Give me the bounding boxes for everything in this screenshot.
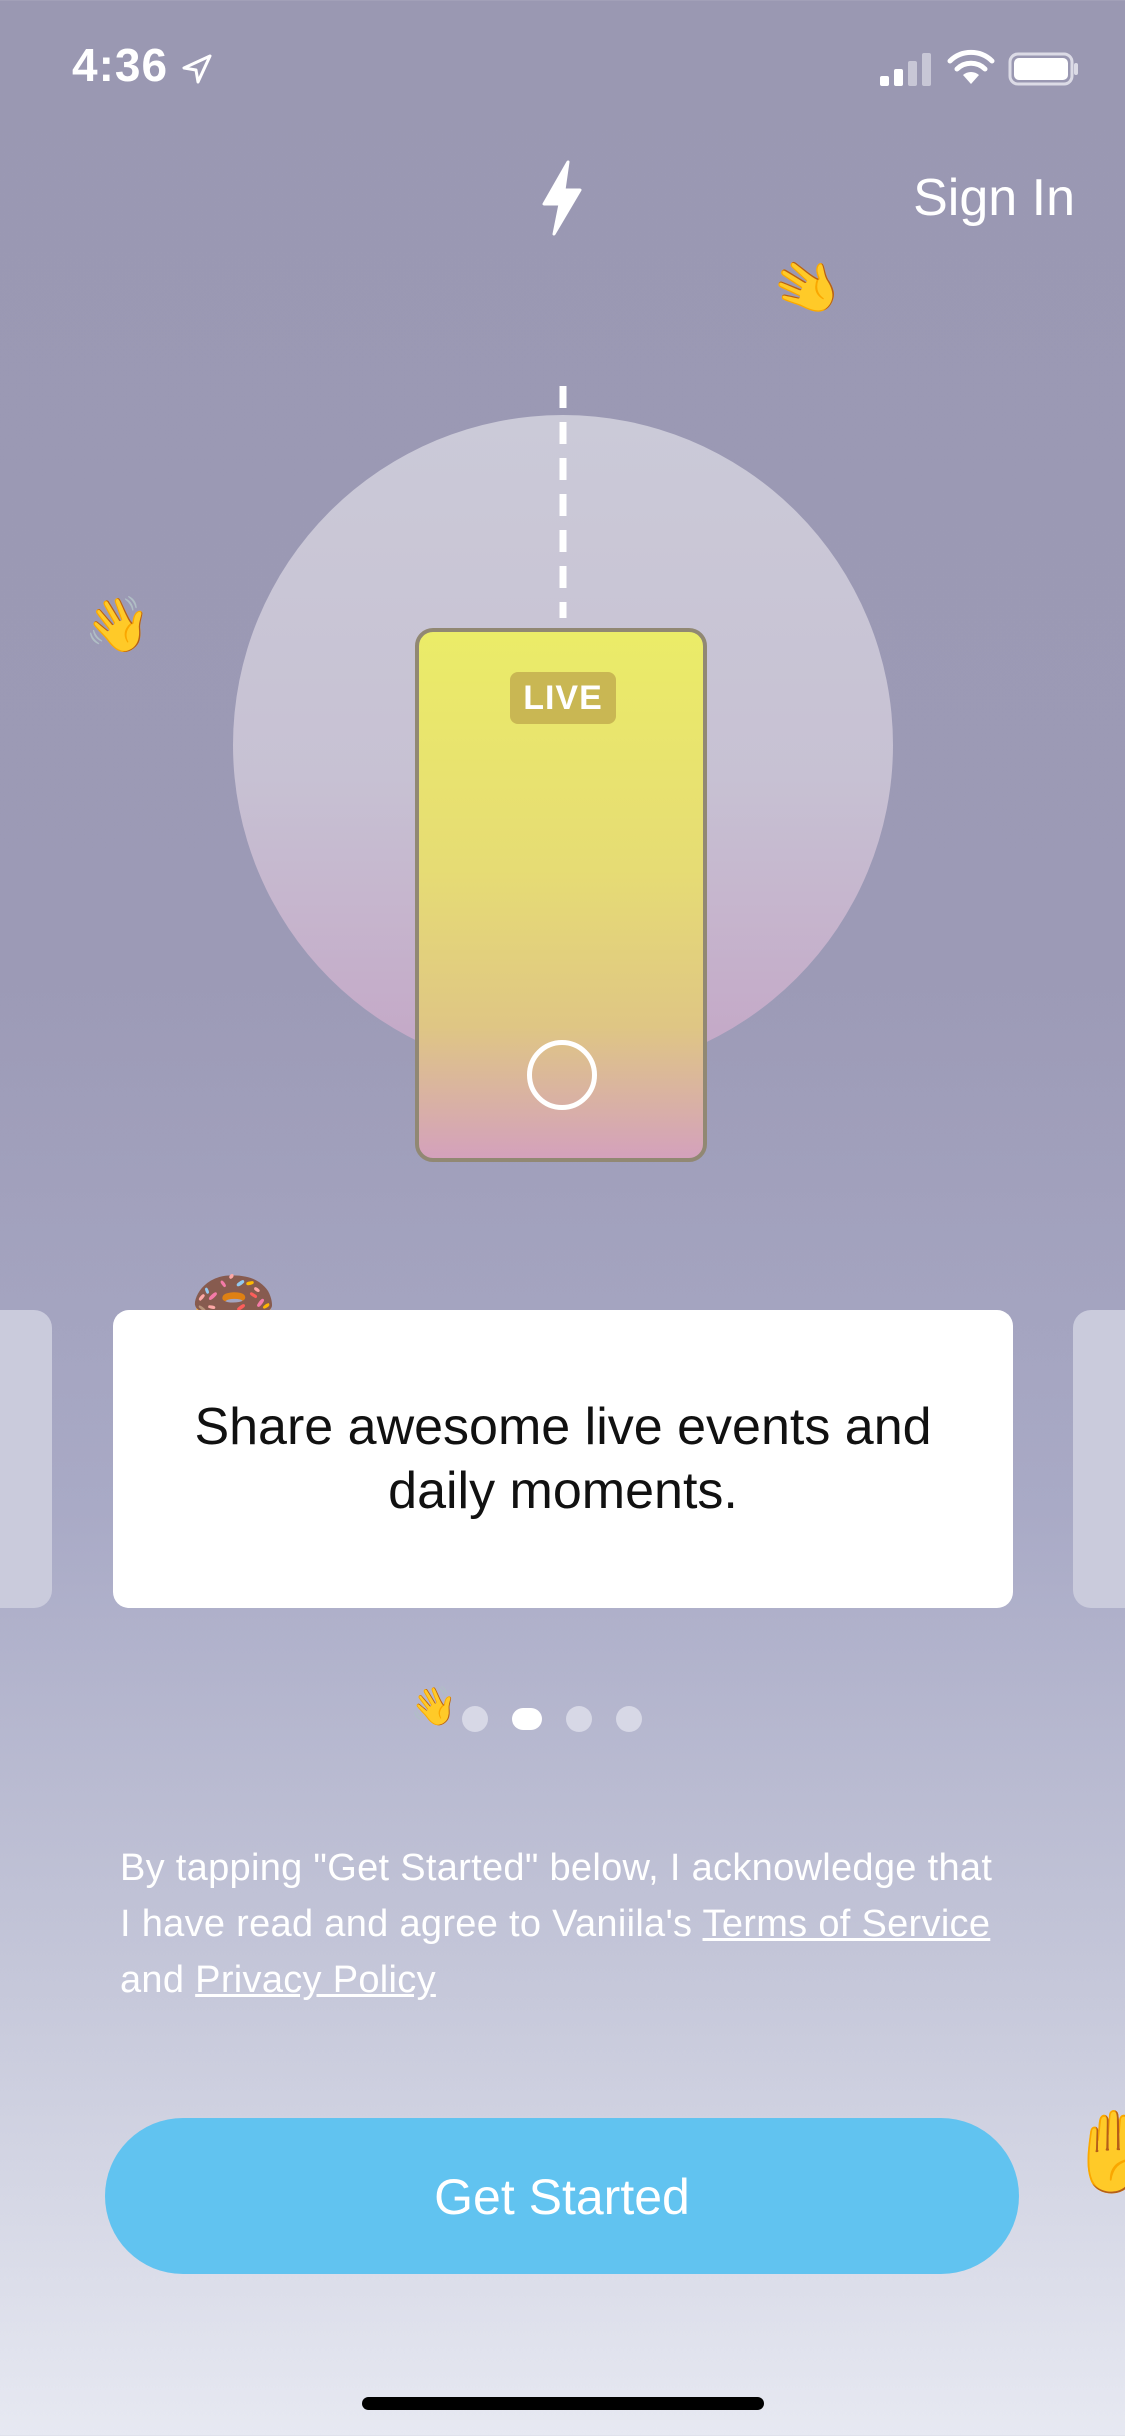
- next-card[interactable]: [1073, 1310, 1125, 1608]
- record-button-icon: [527, 1040, 597, 1110]
- home-indicator: [362, 2397, 764, 2410]
- page-dot[interactable]: [462, 1706, 488, 1732]
- battery-icon: [1008, 52, 1078, 86]
- dashed-line: [559, 386, 567, 618]
- page-dot-active[interactable]: [512, 1708, 542, 1730]
- page-dot[interactable]: [566, 1706, 592, 1732]
- wifi-icon: [947, 49, 995, 84]
- waving-hand-icon: 🖐: [764, 242, 851, 332]
- terms-of-service-link[interactable]: Terms of Service: [703, 1903, 991, 1945]
- legal-text: By tapping "Get Started" below, I acknow…: [120, 1840, 1000, 2008]
- status-time: 4:36: [72, 39, 169, 91]
- waving-hand-icon: ✋: [1066, 2107, 1125, 2196]
- previous-card[interactable]: [0, 1310, 52, 1608]
- get-started-button[interactable]: Get Started: [105, 2118, 1019, 2274]
- cellular-signal-icon: [880, 53, 931, 86]
- sign-in-button[interactable]: Sign In: [913, 168, 1075, 228]
- location-arrow-icon: [182, 54, 212, 84]
- lightning-bolt-icon: [542, 160, 582, 236]
- card-text: Share awesome live events and daily mome…: [194, 1398, 932, 1520]
- legal-conjunction: and: [120, 1959, 196, 2001]
- page-dot[interactable]: [616, 1706, 642, 1732]
- page-indicator[interactable]: [462, 1706, 642, 1732]
- waving-hand-icon: 👋: [84, 595, 152, 655]
- privacy-policy-link[interactable]: Privacy Policy: [195, 1959, 436, 2001]
- onboarding-card[interactable]: Share awesome live events and daily mome…: [113, 1310, 1013, 1608]
- waving-hand-icon: 👋: [410, 1686, 458, 1728]
- live-badge: LIVE: [510, 672, 616, 724]
